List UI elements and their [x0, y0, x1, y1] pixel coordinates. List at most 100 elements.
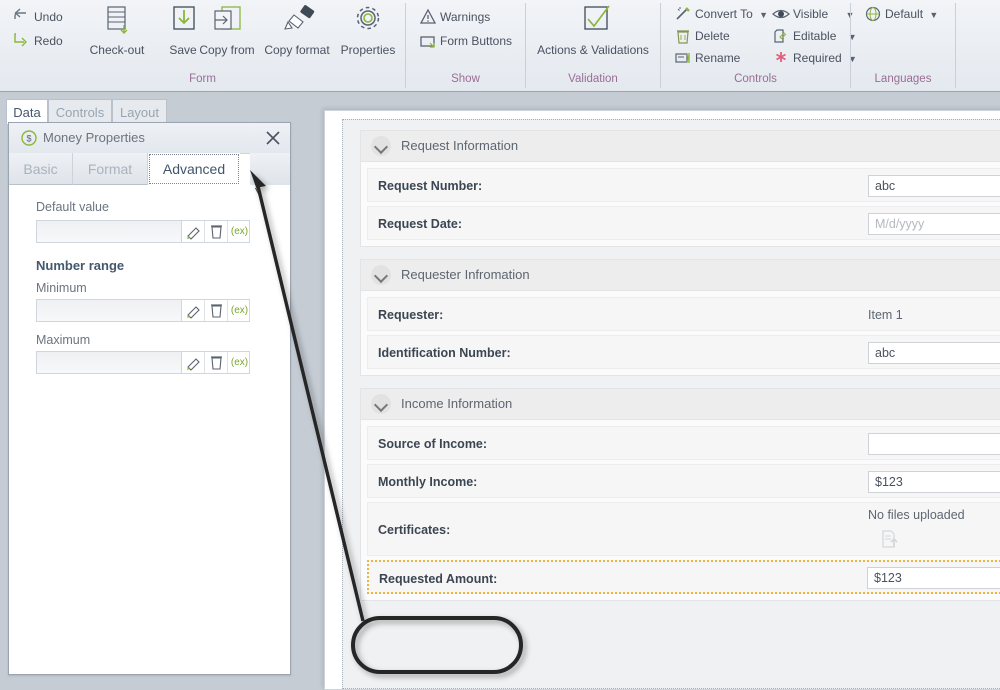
warnings-label: Warnings	[440, 10, 491, 24]
pencil-icon[interactable]	[182, 300, 205, 321]
properties-button[interactable]: Properties	[331, 3, 405, 65]
form-row-requested-amount[interactable]: Requested Amount: $123	[367, 560, 1000, 594]
section-header: Request Information	[361, 131, 1000, 162]
globe-icon	[863, 3, 883, 25]
check-out-label: Check-out	[89, 43, 145, 57]
section-header: Requester Infromation	[361, 260, 1000, 291]
form-button-icon	[418, 30, 438, 52]
source-of-income-input[interactable]	[868, 433, 1000, 455]
redo-arrow-icon	[12, 30, 32, 52]
check-out-button[interactable]: Check-out	[82, 3, 152, 65]
chevron-down-icon[interactable]	[371, 136, 391, 156]
redo-button[interactable]: Redo	[12, 30, 63, 52]
default-value-input[interactable]	[37, 221, 182, 242]
expression-icon[interactable]: (ex)	[228, 300, 251, 321]
undo-label: Undo	[34, 10, 63, 24]
panel-tab-controls[interactable]: Controls	[48, 99, 112, 124]
default-language-button[interactable]: Default ▼	[863, 3, 938, 25]
convert-to-label: Convert To	[695, 7, 753, 21]
request-date-input[interactable]: M/d/yyyy	[868, 213, 1000, 235]
required-toggle[interactable]: Required ▼	[771, 47, 857, 69]
section-title: Income Information	[401, 396, 513, 411]
form-row-monthly-income: Monthly Income: $123	[367, 464, 1000, 498]
expression-icon[interactable]: (ex)	[228, 221, 251, 242]
copy-format-label: Copy format	[264, 43, 330, 57]
chevron-down-icon[interactable]	[371, 394, 391, 414]
panel-tab-data[interactable]: Data	[6, 99, 48, 124]
rename-tag-icon	[673, 47, 693, 69]
trash-icon	[673, 25, 693, 47]
editable-label: Editable	[793, 29, 837, 43]
pencil-icon[interactable]	[182, 352, 205, 373]
section-title: Requester Infromation	[401, 267, 530, 282]
ribbon-group-label-form: Form	[189, 73, 216, 85]
asterisk-icon	[771, 47, 791, 69]
form-buttons-button[interactable]: Form Buttons	[418, 30, 512, 52]
money-properties-window: $ Money Properties Basic Format Advanced…	[8, 122, 291, 675]
gear-icon	[331, 3, 405, 43]
section-body: Source of Income: Monthly Income: $123 C…	[361, 420, 1000, 600]
properties-window-title: Money Properties	[43, 130, 145, 145]
tab-format[interactable]: Format	[73, 153, 148, 185]
warnings-button[interactable]: Warnings	[418, 6, 490, 28]
wand-icon	[673, 3, 693, 25]
paintbrush-icon	[257, 3, 337, 43]
monthly-income-input[interactable]: $123	[868, 471, 1000, 493]
minimum-label: Minimum	[36, 281, 87, 295]
copy-from-label: Copy from	[199, 43, 255, 57]
ribbon-group-show: Warnings Form Buttons	[406, 0, 525, 68]
certificates-status: No files uploaded	[868, 508, 965, 522]
pencil-page-icon	[771, 25, 791, 47]
copy-from-button[interactable]: Copy from	[190, 3, 264, 65]
visible-toggle[interactable]: Visible ▼	[771, 3, 854, 25]
ribbon-group-validation: Actions & Validations	[526, 0, 660, 68]
file-upload-icon[interactable]	[880, 529, 900, 549]
eye-icon	[771, 3, 791, 25]
convert-to-button[interactable]: Convert To ▼	[673, 3, 768, 25]
trash-icon[interactable]	[205, 300, 228, 321]
chevron-down-icon[interactable]: ▼	[756, 10, 768, 20]
pencil-icon[interactable]	[182, 221, 205, 242]
trash-icon[interactable]	[205, 221, 228, 242]
ribbon-group-label-validation: Validation	[568, 73, 618, 85]
field-label: Request Date:	[378, 217, 463, 231]
maximum-row: (ex)	[36, 351, 250, 374]
form-buttons-label: Form Buttons	[440, 34, 513, 48]
requested-amount-input[interactable]: $123	[867, 567, 1000, 589]
undo-button[interactable]: Undo	[12, 6, 63, 28]
rename-button[interactable]: Rename	[673, 47, 740, 69]
maximum-input[interactable]	[37, 352, 182, 373]
identification-number-input[interactable]: abc	[868, 342, 1000, 364]
left-properties-panel: Data Controls Layout $ Money Properties …	[0, 92, 300, 683]
form-row-source-of-income: Source of Income:	[367, 426, 1000, 460]
ribbon-group-label-show: Show	[451, 73, 480, 85]
field-label: Source of Income:	[378, 437, 488, 451]
default-value-row: (ex)	[36, 220, 250, 243]
editable-toggle[interactable]: Editable ▼	[771, 25, 857, 47]
checkmark-box-icon	[526, 3, 660, 43]
request-number-input[interactable]: abc	[868, 175, 1000, 197]
delete-button[interactable]: Delete	[673, 25, 730, 47]
actions-validations-button[interactable]: Actions & Validations	[526, 3, 660, 65]
field-label: Request Number:	[378, 179, 483, 193]
delete-label: Delete	[695, 29, 730, 43]
copy-format-button[interactable]: Copy format	[257, 3, 337, 65]
ribbon-group-label-languages: Languages	[874, 73, 932, 85]
minimum-input[interactable]	[37, 300, 182, 321]
requester-value[interactable]: Item 1	[868, 298, 903, 332]
expression-icon[interactable]: (ex)	[228, 352, 251, 373]
field-label: Identification Number:	[378, 346, 511, 360]
section-body: Request Number: abc Request Date: M/d/yy…	[361, 162, 1000, 246]
number-range-label: Number range	[36, 258, 125, 273]
field-label: Certificates:	[378, 523, 451, 537]
tab-basic[interactable]: Basic	[9, 153, 73, 185]
chevron-down-icon[interactable]	[371, 265, 391, 285]
field-label: Monthly Income:	[378, 475, 478, 489]
tabstrip-filler	[250, 153, 290, 186]
chevron-down-icon[interactable]: ▼	[926, 10, 938, 20]
field-label: Requester:	[378, 308, 444, 322]
trash-icon[interactable]	[205, 352, 228, 373]
close-icon[interactable]	[262, 127, 284, 149]
panel-tab-layout[interactable]: Layout	[112, 99, 167, 124]
tab-advanced[interactable]: Advanced	[148, 153, 240, 185]
